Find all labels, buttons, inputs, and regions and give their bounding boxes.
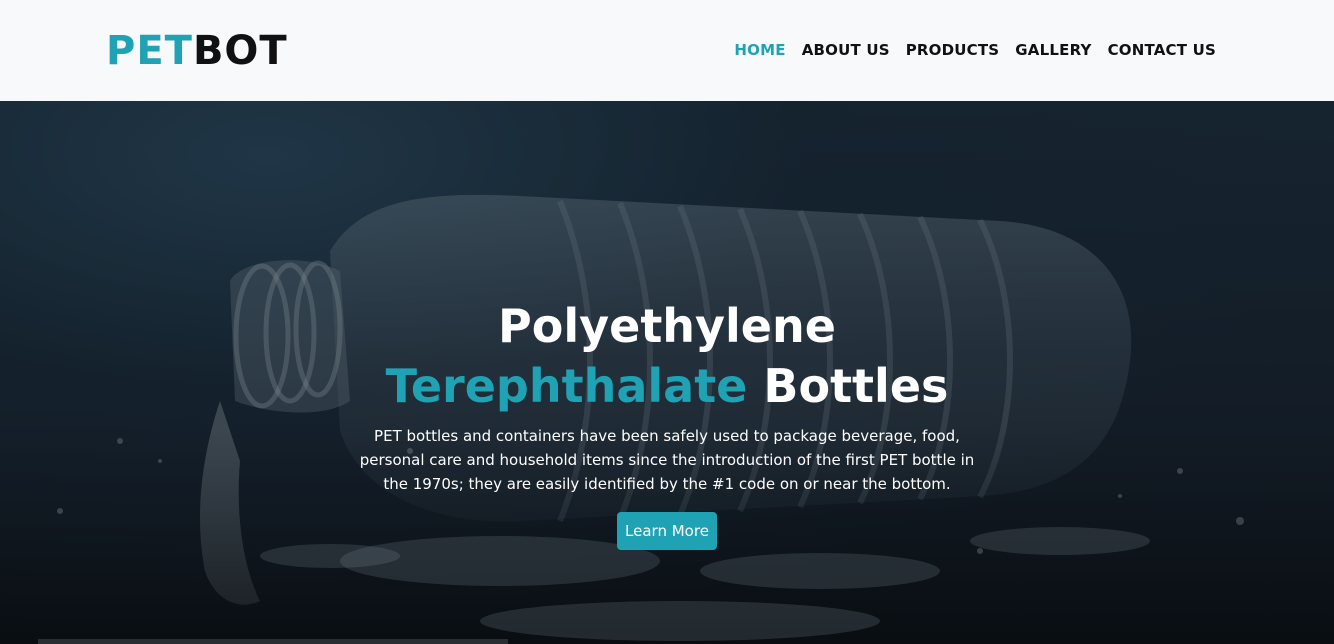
nav-link-contact-us[interactable]: CONTACT US xyxy=(1108,41,1216,59)
hero-content: Polyethylene Terephthalate Bottles PET b… xyxy=(0,296,1334,550)
nav-menu: HOME ABOUT US PRODUCTS GALLERY CONTACT U… xyxy=(734,40,1216,60)
nav-link-about-us[interactable]: ABOUT US xyxy=(802,41,890,59)
bottom-strip xyxy=(38,639,508,644)
nav-link-home[interactable]: HOME xyxy=(734,41,785,59)
nav-link-gallery[interactable]: GALLERY xyxy=(1015,41,1091,59)
hero-title: Polyethylene Terephthalate Bottles xyxy=(0,296,1334,416)
hero-description: PET bottles and containers have been saf… xyxy=(359,427,975,493)
hero-title-accent: Terephthalate xyxy=(385,359,748,413)
learn-more-button[interactable]: Learn More xyxy=(617,512,717,550)
hero-title-rest: Bottles xyxy=(763,359,949,413)
brand-logo-bot: BOT xyxy=(192,28,288,74)
nav-link-products[interactable]: PRODUCTS xyxy=(906,41,1000,59)
hero-section: Polyethylene Terephthalate Bottles PET b… xyxy=(0,101,1334,644)
brand-logo[interactable]: PETBOT xyxy=(106,28,288,74)
hero-title-line1: Polyethylene xyxy=(498,299,836,353)
brand-logo-pet: PET xyxy=(106,28,193,74)
navbar: PETBOT HOME ABOUT US PRODUCTS GALLERY CO… xyxy=(0,0,1334,101)
